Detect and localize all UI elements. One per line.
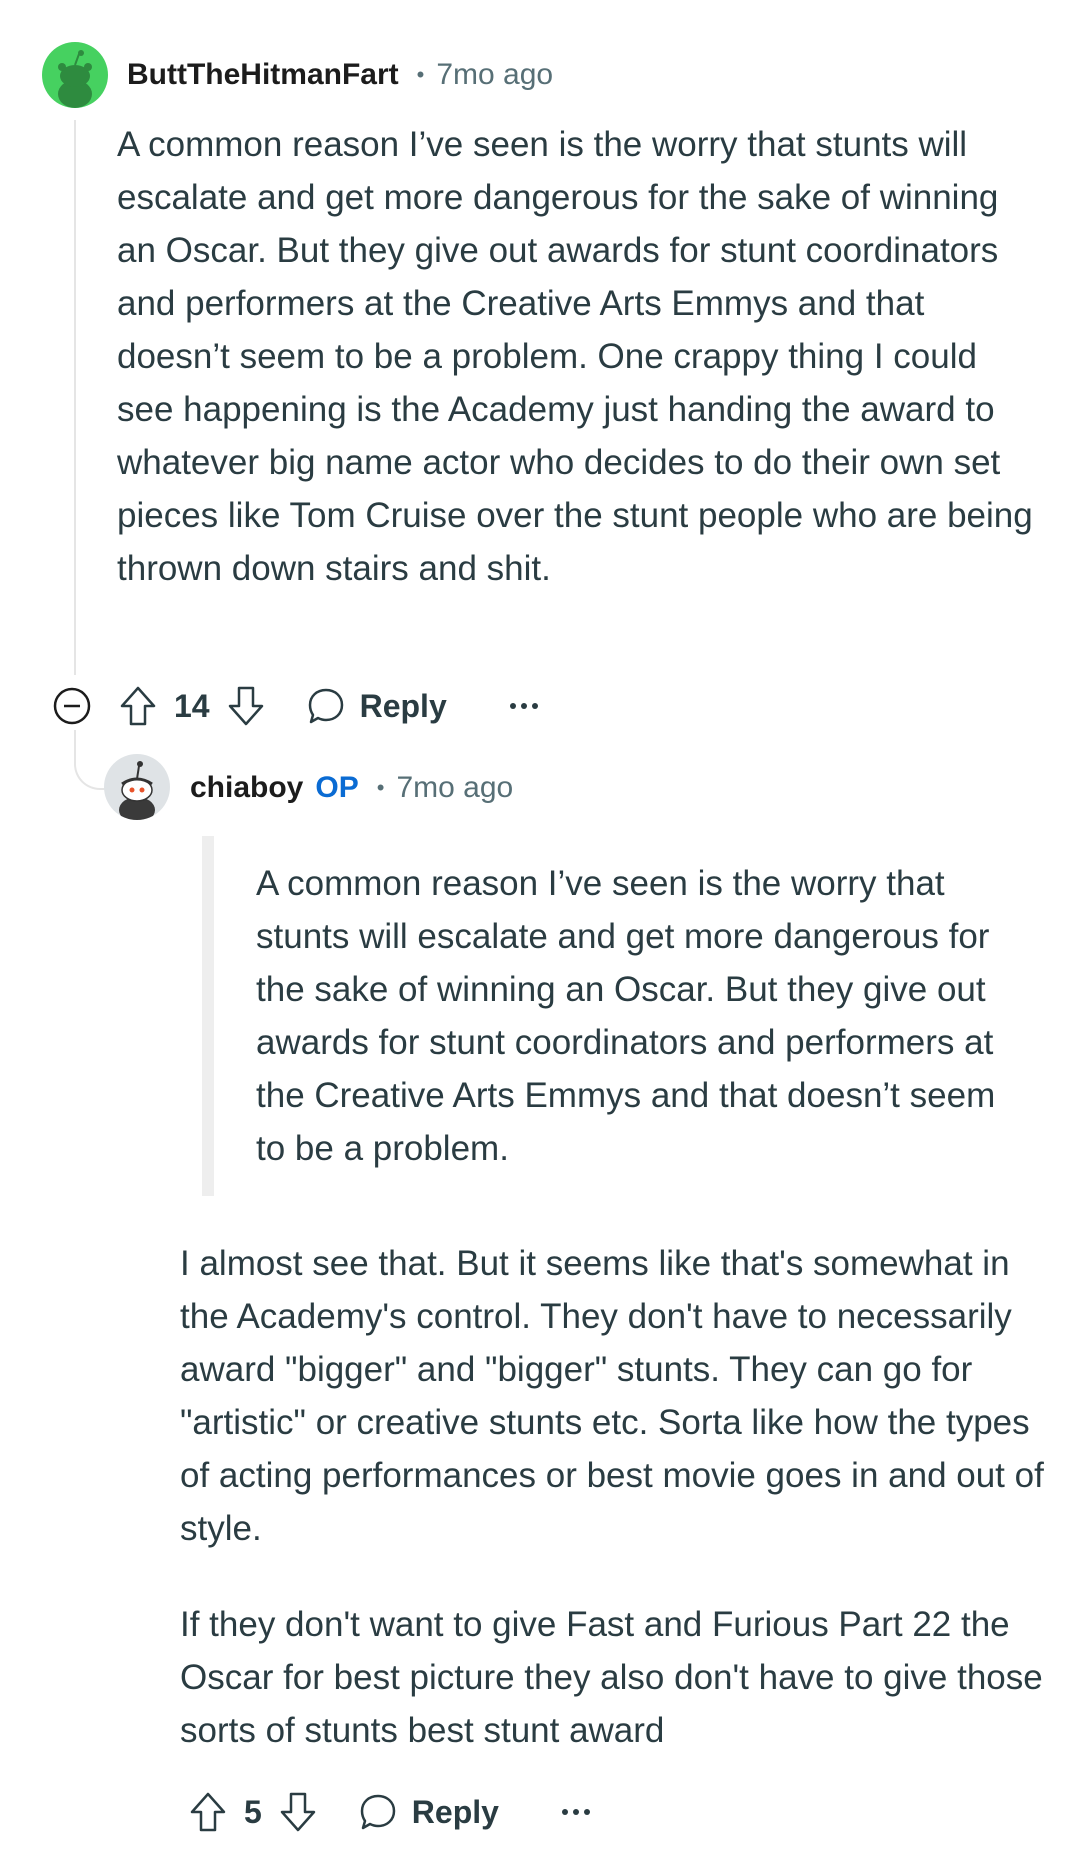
avatar[interactable] (104, 754, 170, 820)
more-options-icon (561, 1809, 590, 1815)
comment-paragraph: I almost see that. But it seems like tha… (180, 1244, 1044, 1548)
downvote-button[interactable] (278, 1790, 318, 1834)
more-options-button[interactable] (509, 701, 539, 711)
downvote-arrow-icon (228, 686, 263, 726)
avatar[interactable] (42, 42, 108, 108)
comment-body: A common reason I’ve seen is the worry t… (117, 125, 1033, 588)
comment-meta: ButtTheHitmanFart • 7mo ago (127, 52, 553, 98)
collapse-button[interactable] (52, 686, 92, 726)
comment-actions: 5 Reply (188, 1782, 591, 1842)
comment-body: I almost see that. But it seems like tha… (180, 1237, 1060, 1800)
comment-actions: 14 Reply (52, 676, 539, 736)
comment-bubble-icon (308, 688, 343, 724)
separator-dot: • (376, 775, 385, 800)
snoo-avatar-icon (119, 761, 155, 820)
reply-label: Reply (411, 1793, 499, 1830)
reply-label: Reply (359, 687, 447, 724)
comment-bubble-icon (360, 1794, 396, 1830)
minus-circle-icon (53, 687, 91, 725)
upvote-arrow-icon (190, 1792, 226, 1832)
reply-button[interactable]: Reply (306, 686, 447, 726)
vote-count: 14 (174, 687, 210, 724)
author-name[interactable]: chiaboy (190, 771, 303, 805)
thread-line (74, 120, 76, 675)
more-options-button[interactable] (561, 1807, 591, 1817)
comment-meta: chiaboy OP • 7mo ago (190, 765, 513, 811)
timestamp[interactable]: 7mo ago (436, 58, 553, 92)
quoted-text: A common reason I’ve seen is the worry t… (256, 864, 996, 1168)
upvote-button[interactable] (188, 1790, 228, 1834)
downvote-arrow-icon (280, 1792, 316, 1832)
upvote-button[interactable] (118, 684, 158, 728)
author-name[interactable]: ButtTheHitmanFart (127, 58, 399, 92)
separator-dot: • (416, 62, 425, 87)
comment-paragraph: If they don't want to give Fast and Furi… (180, 1605, 1043, 1750)
upvote-arrow-icon (120, 686, 156, 726)
vote-count: 5 (244, 1793, 262, 1830)
timestamp[interactable]: 7mo ago (396, 771, 513, 805)
reply-button[interactable]: Reply (358, 1792, 499, 1832)
downvote-button[interactable] (226, 684, 266, 728)
more-options-icon (509, 703, 538, 709)
snoo-avatar-icon (58, 50, 92, 108)
op-badge: OP (315, 771, 359, 804)
